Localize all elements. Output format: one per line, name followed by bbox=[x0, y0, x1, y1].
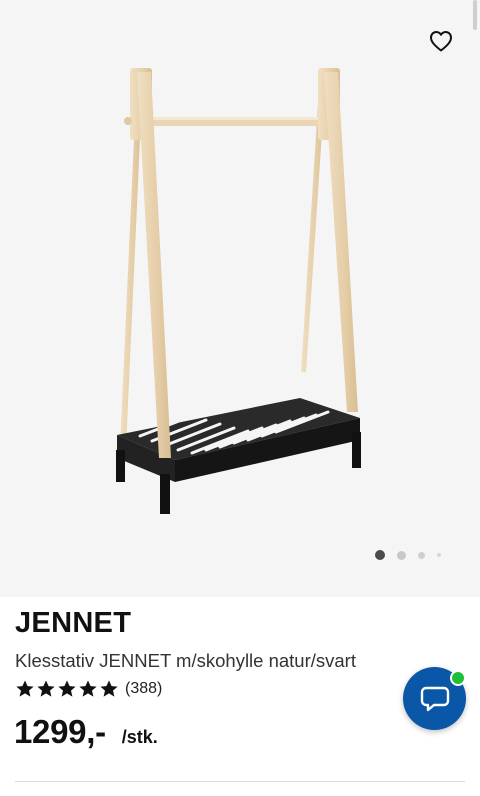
review-count[interactable]: (388) bbox=[125, 680, 162, 698]
price-value: 1299,- bbox=[14, 713, 106, 750]
product-price: 1299,- /stk. bbox=[14, 713, 158, 751]
star-icon bbox=[79, 680, 97, 697]
star-icon bbox=[37, 680, 55, 697]
product-title: JENNET bbox=[15, 607, 132, 639]
carousel-dot[interactable] bbox=[397, 550, 406, 560]
star-icon bbox=[16, 680, 34, 697]
product-description: Klesstativ JENNET m/skohylle natur/svart bbox=[15, 650, 356, 671]
star-icon bbox=[100, 680, 118, 697]
carousel-dots bbox=[375, 548, 441, 562]
product-gallery[interactable] bbox=[0, 0, 480, 597]
star-rating bbox=[15, 679, 119, 699]
carousel-dot[interactable] bbox=[375, 550, 385, 560]
carousel-dot[interactable] bbox=[418, 551, 425, 559]
divider bbox=[15, 781, 465, 782]
scrollbar[interactable] bbox=[473, 0, 477, 30]
chat-bubble-icon bbox=[420, 686, 449, 711]
favorite-button[interactable] bbox=[427, 27, 455, 55]
product-rating[interactable]: (388) bbox=[15, 679, 162, 699]
carousel-dot[interactable] bbox=[437, 553, 441, 557]
price-unit: /stk. bbox=[121, 727, 158, 747]
heart-outline-icon bbox=[430, 31, 452, 52]
online-status-dot bbox=[450, 670, 466, 686]
star-icon bbox=[58, 680, 76, 697]
product-image[interactable] bbox=[0, 0, 480, 597]
